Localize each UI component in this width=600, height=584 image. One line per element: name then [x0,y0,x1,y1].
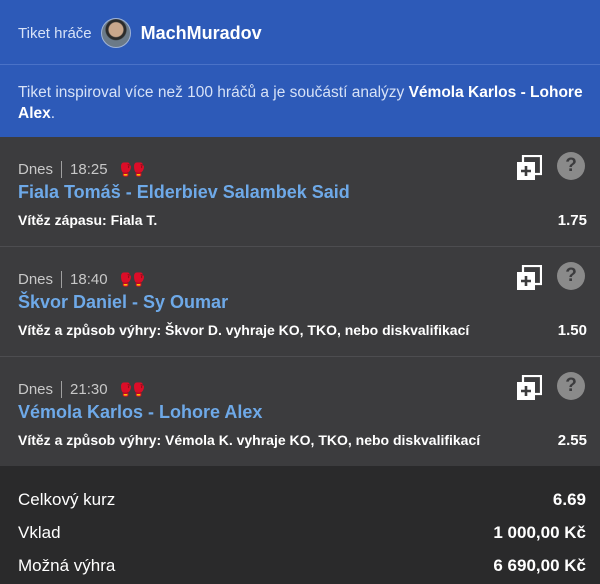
help-icon[interactable]: ? [557,262,585,290]
bet-odds: 1.50 [557,322,587,339]
username[interactable]: MachMuradov [141,23,262,44]
bet-item: Dnes 18:25 🥊🥊 Fiala Tomáš - Elderbiev Sa… [0,137,600,247]
meta-divider [61,161,63,178]
bet-odds: 2.55 [557,432,587,449]
avatar[interactable] [100,18,131,48]
copy-icon[interactable] [516,155,542,181]
bet-match-link[interactable]: Fiala Tomáš - Elderbiev Salambek Said [18,182,350,203]
ticket-summary: Celkový kurz 6.69 Vklad 1 000,00 Kč Možn… [0,466,600,584]
total-odds-label: Celkový kurz [18,490,116,509]
bet-market: Vítěz a způsob výhry: Škvor D. vyhraje K… [18,322,470,338]
header-divider [0,64,600,65]
bet-market: Vítěz a způsob výhry: Vémola K. vyhraje … [18,432,481,448]
info-suffix: . [50,105,56,122]
bet-meta: Dnes 21:30 🥊🥊 [18,381,147,398]
total-odds-row: Celkový kurz 6.69 [18,490,586,510]
possible-win-row: Možná výhra 6 690,00 Kč [18,556,586,576]
boxing-gloves-icon: 🥊🥊 [117,271,147,287]
bet-match-link[interactable]: Vémola Karlos - Lohore Alex [18,402,262,423]
boxing-gloves-icon: 🥊🥊 [117,161,147,177]
stake-row: Vklad 1 000,00 Kč [18,523,586,543]
ticket-label: Tiket hráče [18,24,92,42]
help-icon[interactable]: ? [557,372,585,400]
info-text: Tiket inspiroval více než 100 hráčů a je… [18,84,409,101]
bet-day: Dnes [18,271,54,288]
bet-time: 18:40 [70,271,108,288]
bet-time: 18:25 [70,161,108,178]
bet-meta: Dnes 18:40 🥊🥊 [18,271,147,288]
total-odds-value: 6.69 [552,490,586,509]
bet-day: Dnes [18,381,54,398]
bet-market: Vítěz zápasu: Fiala T. [18,212,158,228]
bet-day: Dnes [18,161,54,178]
possible-win-label: Možná výhra [18,556,116,575]
meta-divider [61,271,63,288]
bet-item: Dnes 18:40 🥊🥊 Škvor Daniel - Sy Oumar Ví… [0,247,600,357]
bet-match-link[interactable]: Škvor Daniel - Sy Oumar [18,292,228,313]
bet-odds: 1.75 [557,212,587,229]
ticket-info: Tiket inspiroval více než 100 hráčů a je… [18,82,586,124]
bet-meta: Dnes 18:25 🥊🥊 [18,161,147,178]
stake-label: Vklad [18,523,61,542]
stake-value: 1 000,00 Kč [493,523,586,542]
ticket-title-row: Tiket hráče MachMuradov [18,16,262,50]
help-icon[interactable]: ? [557,152,585,180]
bet-time: 21:30 [70,381,108,398]
possible-win-value: 6 690,00 Kč [493,556,586,575]
copy-icon[interactable] [516,265,542,291]
ticket-header: Tiket hráče MachMuradov Tiket inspiroval… [0,0,600,137]
boxing-gloves-icon: 🥊🥊 [117,381,147,397]
meta-divider [61,381,63,398]
copy-icon[interactable] [516,375,542,401]
bet-item: Dnes 21:30 🥊🥊 Vémola Karlos - Lohore Ale… [0,357,600,467]
